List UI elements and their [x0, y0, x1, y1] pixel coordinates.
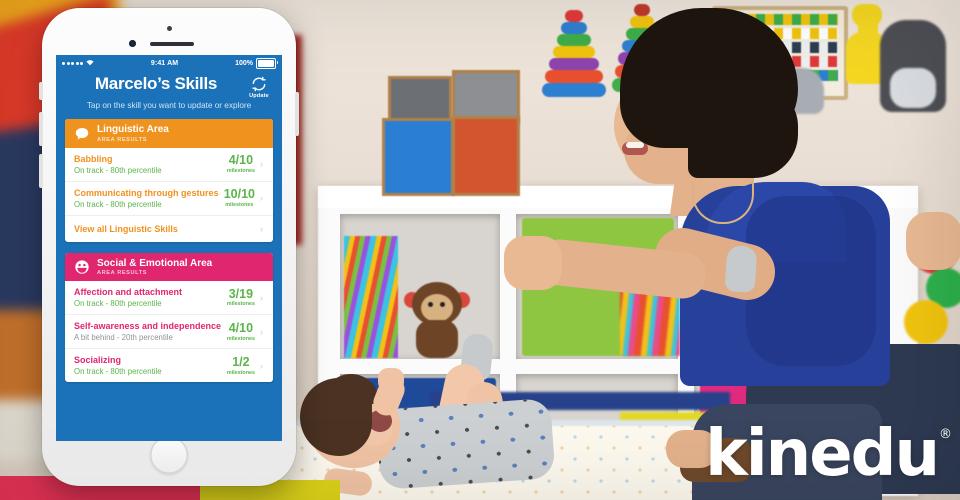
battery-icon [256, 58, 278, 69]
chevron-right-icon: › [260, 193, 263, 204]
front-camera-icon [166, 26, 172, 31]
volume-down-button[interactable] [39, 154, 43, 188]
area-header-linguistic[interactable]: Linguistic Area AREA RESULTS [65, 119, 273, 148]
home-button[interactable] [150, 436, 188, 474]
signal-dots-icon [62, 62, 83, 65]
refresh-icon [251, 76, 267, 92]
area-header-social-emotional[interactable]: Social & Emotional Area AREA RESULTS [65, 252, 273, 282]
skill-name: Socializing [74, 355, 122, 366]
speech-bubble-icon [74, 126, 90, 142]
view-all-linguistic-skills-link[interactable]: View all Linguistic Skills › [65, 216, 273, 242]
page-subtitle: Tap on the skill you want to update or e… [86, 101, 252, 110]
area-title: Linguistic Area [97, 124, 169, 135]
earpiece-speaker [150, 42, 194, 46]
volume-up-button[interactable] [39, 112, 43, 146]
skill-milestone-label: milestones [226, 301, 255, 308]
skill-milestone-count: 10/10 [223, 187, 255, 202]
skills-list: Linguistic Area AREA RESULTS Babbling On… [56, 119, 282, 383]
area-title: Social & Emotional Area [97, 257, 213, 269]
skill-name: Communicating through gestures [74, 187, 219, 198]
skill-milestone-count: 4/10 [228, 321, 254, 336]
skill-row[interactable]: Affection and attachment On track - 80th… [65, 281, 273, 316]
update-button-label: Update [249, 93, 269, 99]
skill-row[interactable]: Communicating through gestures On track … [65, 182, 273, 216]
skill-row[interactable]: Babbling On track - 80th percentile 4/10… [65, 148, 273, 182]
cow-picture-block [452, 116, 520, 196]
status-bar: 9:41 AM 100% [56, 55, 282, 70]
screenshot-stage: kinedu ® 9:41 AM 100% Marcelo’s Skills U… [0, 0, 960, 500]
skill-status: On track - 80th percentile [74, 165, 162, 175]
chevron-right-icon: › [260, 159, 263, 170]
app-header: Marcelo’s Skills Update Tap on the skill… [56, 70, 282, 110]
kinedu-logo: kinedu ® [705, 422, 952, 486]
update-button[interactable]: Update [244, 76, 274, 99]
chevron-right-icon: › [260, 360, 263, 371]
baby-figure [300, 332, 600, 500]
skill-name: Affection and attachment [74, 287, 183, 298]
skill-milestone-label: milestones [226, 167, 255, 174]
mute-switch[interactable] [39, 82, 43, 100]
monkey-plush [404, 282, 470, 358]
kinedu-logo-text: kinedu [705, 417, 940, 491]
books-stack [344, 236, 398, 358]
smiley-face-icon [74, 259, 90, 275]
skill-status: On track - 80th percentile [74, 199, 162, 209]
area-card-social-emotional: Social & Emotional Area AREA RESULTS Aff… [65, 252, 273, 383]
area-subtitle: AREA RESULTS [97, 136, 148, 143]
wifi-icon [86, 59, 94, 68]
registered-trademark-icon: ® [939, 427, 952, 442]
skill-milestone-count: 1/2 [232, 355, 250, 370]
view-all-label: View all Linguistic Skills [74, 223, 178, 234]
skill-status: On track - 80th percentile [74, 299, 162, 309]
page-title: Marcelo’s Skills [94, 74, 218, 93]
skill-status: A bit behind - 20th percentile [74, 333, 173, 343]
status-bar-time: 9:41 AM [150, 60, 179, 67]
skill-milestone-label: milestones [226, 335, 255, 342]
phone-screen: 9:41 AM 100% Marcelo’s Skills Update Tap… [56, 55, 282, 441]
skill-row[interactable]: Socializing On track - 80th percentile 1… [65, 349, 273, 382]
whale-picture-block [382, 118, 454, 196]
skill-milestone-count: 4/10 [228, 153, 254, 168]
chevron-right-icon: › [260, 326, 263, 337]
proximity-sensor-icon [129, 40, 136, 47]
skill-status: On track - 80th percentile [74, 367, 162, 377]
skill-name: Babbling [74, 153, 113, 164]
skill-name: Self-awareness and independence [74, 321, 222, 332]
chevron-right-icon: › [260, 223, 263, 234]
skill-row[interactable]: Self-awareness and independence A bit be… [65, 315, 273, 350]
power-button[interactable] [295, 92, 299, 136]
skill-milestone-label: milestones [225, 201, 254, 208]
iphone-mockup: 9:41 AM 100% Marcelo’s Skills Update Tap… [39, 8, 299, 486]
baby-sock [724, 245, 758, 293]
area-card-linguistic: Linguistic Area AREA RESULTS Babbling On… [65, 119, 273, 242]
battery-percent-label: 100% [235, 60, 253, 67]
area-subtitle: AREA RESULTS [97, 270, 148, 277]
skill-milestone-label: milestones [226, 369, 255, 376]
skill-milestone-count: 3/19 [228, 286, 254, 301]
chevron-right-icon: › [260, 292, 263, 303]
